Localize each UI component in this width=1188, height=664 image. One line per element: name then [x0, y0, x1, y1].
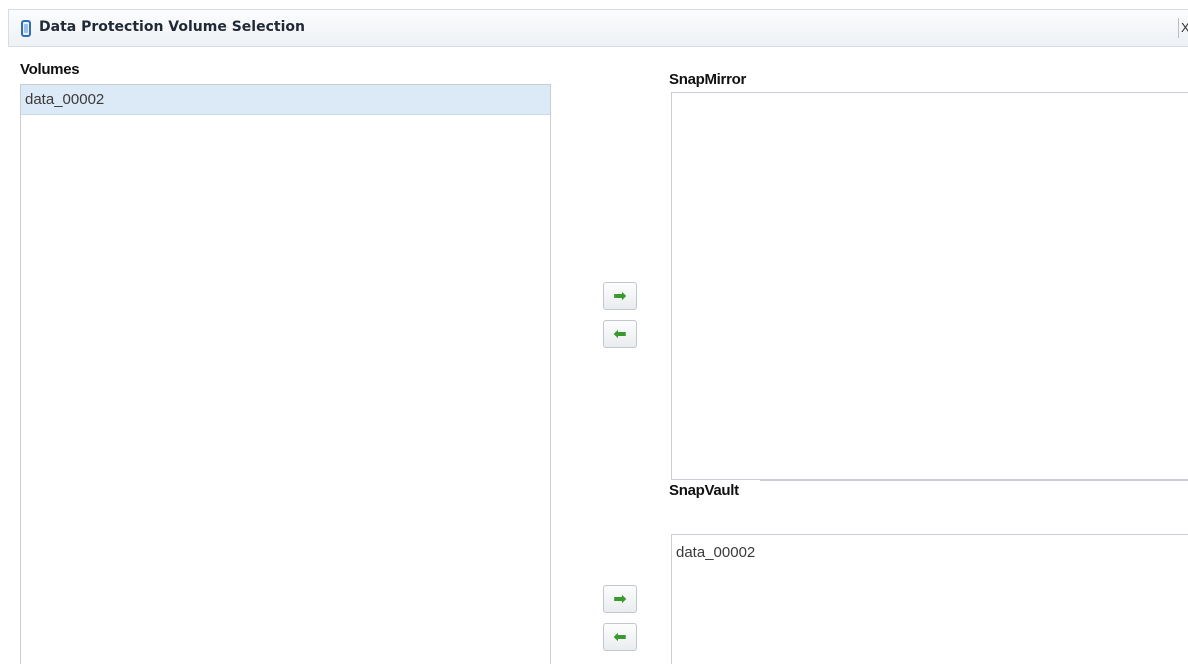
add-to-snapmirror-button[interactable]: ➡ — [603, 282, 637, 310]
volume-icon — [21, 20, 31, 37]
snapvault-label: SnapVault — [669, 482, 739, 499]
group-divider — [760, 480, 1188, 481]
dialog-title: Data Protection Volume Selection — [39, 19, 305, 35]
arrow-right-icon: ➡ — [613, 591, 627, 608]
snapvault-list[interactable]: data_00002 — [671, 534, 1188, 664]
snapmirror-list[interactable] — [671, 92, 1188, 480]
add-to-snapvault-button[interactable]: ➡ — [603, 585, 637, 613]
arrow-right-icon: ➡ — [613, 288, 627, 305]
title-bar: Data Protection Volume Selection X — [8, 9, 1188, 47]
arrow-left-icon: ⬅ — [613, 326, 627, 343]
list-item[interactable]: data_00002 — [21, 85, 550, 115]
list-item[interactable]: data_00002 — [672, 535, 1188, 565]
arrow-left-icon: ⬅ — [613, 629, 627, 646]
volumes-label: Volumes — [20, 61, 80, 78]
remove-from-snapvault-button[interactable]: ⬅ — [603, 623, 637, 651]
volumes-list[interactable]: data_00002 — [20, 84, 551, 664]
close-button[interactable]: X — [1178, 18, 1188, 38]
remove-from-snapmirror-button[interactable]: ⬅ — [603, 320, 637, 348]
data-protection-dialog: Data Protection Volume Selection X Volum… — [0, 0, 1188, 664]
snapmirror-label: SnapMirror — [669, 71, 747, 88]
